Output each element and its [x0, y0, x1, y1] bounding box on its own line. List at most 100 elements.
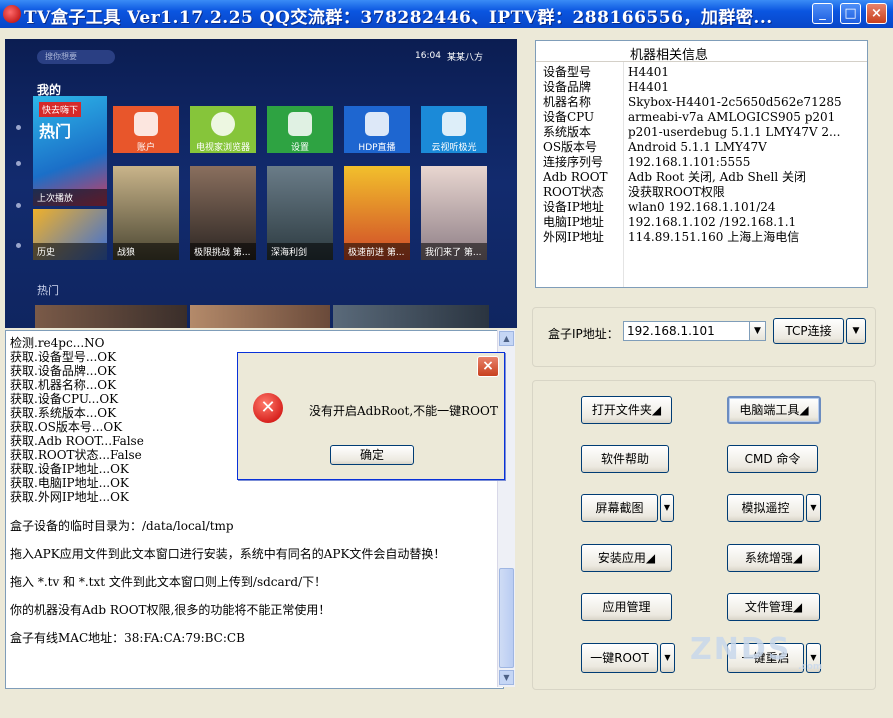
app-icon — [3, 5, 21, 23]
scroll-down-arrow[interactable]: ▼ — [499, 670, 514, 685]
tv-app-tile: 账户 — [113, 106, 179, 153]
info-value: H4401 — [628, 80, 670, 94]
root-dropdown-button[interactable]: ▼ — [660, 643, 675, 673]
screenshot-button[interactable]: 屏幕截图 — [581, 494, 658, 522]
system-enhance-button[interactable]: 系统增强◢ — [727, 544, 820, 572]
account-icon — [134, 112, 158, 136]
info-row: Adb ROOT Adb Root 关闭, Adb Shell 关闭 — [536, 170, 867, 185]
info-key: 设备型号 — [543, 65, 592, 79]
tv-poster-tile: 极速前进 第... — [344, 166, 410, 260]
close-button[interactable]: × — [866, 3, 887, 24]
tv-app-tile: HDP直播 — [344, 106, 410, 153]
log-tmp-dir: 盒子设备的临时目录为：/data/local/tmp — [10, 519, 234, 533]
dialog-close-button[interactable]: × — [477, 356, 499, 377]
info-row: 机器名称 Skybox-H4401-2c5650d562e71285 — [536, 95, 867, 110]
tv-hot-thumb — [35, 305, 187, 328]
file-manage-button[interactable]: 文件管理◢ — [727, 593, 820, 621]
info-row: 设备品牌 H4401 — [536, 80, 867, 95]
info-row: OS版本号 Android 5.1.1 LMY47V — [536, 140, 867, 155]
log-warn-root: 你的机器没有Adb ROOT权限,很多的功能将不能正常使用！ — [10, 603, 331, 617]
info-key: ROOT状态 — [543, 185, 604, 199]
app-manage-button[interactable]: 应用管理 — [581, 593, 672, 621]
device-info-table: 机器相关信息 设备型号 H4401 设备品牌 H4401 机器名称 Skybox-H440… — [535, 40, 868, 288]
log-tip-tv: 拖入 *.tv 和 *.txt 文件到此文本窗口则上传到/sdcard/下！ — [10, 575, 327, 589]
tv-app-tile: 云视听极光 — [421, 106, 487, 153]
install-app-button[interactable]: 安装应用◢ — [581, 544, 672, 572]
info-value: p201-userdebug 5.1.1 LMY47V 2... — [628, 125, 841, 139]
tv-featured-top: 快去嗨下 — [39, 102, 82, 117]
info-value: 192.168.1.102 /192.168.1.1 — [628, 215, 797, 229]
tv-nav-dot — [16, 161, 21, 166]
title-bar: TV盒子工具 Ver1.17.2.25 QQ交流群：378282446、IPTV… — [0, 0, 893, 28]
ip-input[interactable]: 192.168.1.101 — [623, 321, 766, 341]
tv-hot-thumb — [333, 305, 489, 328]
tv-history-tile: 历史 — [33, 209, 107, 260]
remote-dropdown-button[interactable]: ▼ — [806, 494, 821, 522]
tv-poster-tile: 深海利剑 — [267, 166, 333, 260]
tv-poster-tile: 战狼 — [113, 166, 179, 260]
ip-label: 盒子IP地址： — [548, 327, 619, 341]
scroll-up-arrow[interactable]: ▲ — [499, 331, 514, 346]
remote-control-button[interactable]: 模拟遥控 — [727, 494, 804, 522]
info-key: 系统版本 — [543, 125, 592, 139]
tv-app-tile: 电视家浏览器 — [190, 106, 256, 153]
info-value: 没获取ROOT权限 — [628, 185, 725, 199]
tv-search-box: 搜你想要 — [37, 50, 115, 64]
gear-icon — [288, 112, 312, 136]
info-value: 192.168.1.101:5555 — [628, 155, 751, 169]
info-row: 电脑IP地址 192.168.1.102 /192.168.1.1 — [536, 215, 867, 230]
one-click-reboot-button[interactable]: 一键重启 — [727, 643, 804, 673]
info-row: ROOT状态 没获取ROOT权限 — [536, 185, 867, 200]
tcp-connect-button[interactable]: TCP连接 — [773, 318, 844, 344]
minimize-button[interactable]: _ — [812, 3, 833, 24]
help-button[interactable]: 软件帮助 — [581, 445, 669, 473]
info-key: OS版本号 — [543, 140, 598, 154]
info-row: 设备CPU armeabi-v7a AMLOGICS905 p201 — [536, 110, 867, 125]
pc-tools-button[interactable]: 电脑端工具◢ — [727, 396, 821, 424]
tv-featured-big: 热门 — [39, 122, 72, 141]
error-icon: ✕ — [253, 393, 283, 423]
info-value: wlan0 192.168.1.101/24 — [628, 200, 776, 214]
tv-screen-preview: 搜你想要 16:04 某某八方 我的 快去嗨下 热门 上次播放 账户 电视家浏览… — [5, 39, 517, 328]
tv-section-hot: 热门 — [37, 284, 59, 297]
tv-featured-tile: 快去嗨下 热门 上次播放 — [33, 96, 107, 206]
tv-clock: 16:04 — [415, 51, 441, 61]
one-click-root-button[interactable]: 一键ROOT — [581, 643, 658, 673]
cmd-button[interactable]: CMD 命令 — [727, 445, 818, 473]
maximize-button[interactable]: □ — [840, 3, 861, 24]
info-key: 设备CPU — [543, 110, 595, 124]
tv-nav-dot — [16, 125, 21, 130]
tv-brand: 某某八方 — [447, 53, 484, 63]
info-row: 设备型号 H4401 — [536, 65, 867, 80]
log-tip-apk: 拖入APK应用文件到此文本窗口进行安装，系统中有同名的APK文件会自动替换！ — [10, 547, 446, 561]
info-key: 外网IP地址 — [543, 230, 604, 244]
tv-nav-dot — [16, 203, 21, 208]
info-key: Adb ROOT — [543, 170, 608, 184]
window-title: TV盒子工具 Ver1.17.2.25 QQ交流群：378282446、IPTV… — [24, 8, 773, 28]
log-mac: 盒子有线MAC地址：38:FA:CA:79:BC:CB — [10, 631, 245, 645]
info-row: 外网IP地址 114.89.151.160 上海上海电信 — [536, 230, 867, 245]
info-value: armeabi-v7a AMLOGICS905 p201 — [628, 110, 836, 124]
log-line: 获取.外网IP地址...OK — [10, 490, 129, 504]
info-row: 连接序列号 192.168.1.101:5555 — [536, 155, 867, 170]
tv-hot-thumb — [190, 305, 330, 328]
open-folder-button[interactable]: 打开文件夹◢ — [581, 396, 672, 424]
info-value: Adb Root 关闭, Adb Shell 关闭 — [628, 170, 806, 184]
browser-icon — [211, 112, 235, 136]
hdp-icon — [365, 112, 389, 136]
scroll-thumb[interactable] — [499, 568, 514, 668]
play-icon — [442, 112, 466, 136]
info-key: 设备品牌 — [543, 80, 592, 94]
info-key: 设备IP地址 — [543, 200, 604, 214]
info-key: 连接序列号 — [543, 155, 604, 169]
reboot-dropdown-button[interactable]: ▼ — [806, 643, 821, 673]
tcp-dropdown-button[interactable]: ▼ — [846, 318, 866, 344]
dialog-ok-button[interactable]: 确定 — [330, 445, 414, 465]
screenshot-dropdown-button[interactable]: ▼ — [660, 494, 674, 522]
info-key: 电脑IP地址 — [543, 215, 604, 229]
ip-dropdown-arrow[interactable]: ▼ — [749, 321, 766, 341]
tv-nav-dot — [16, 243, 21, 248]
error-dialog: × ✕ 没有开启AdbRoot,不能一键ROOT 确定 — [237, 352, 505, 480]
tv-app-tile: 设置 — [267, 106, 333, 153]
info-header: 机器相关信息 — [536, 41, 867, 63]
